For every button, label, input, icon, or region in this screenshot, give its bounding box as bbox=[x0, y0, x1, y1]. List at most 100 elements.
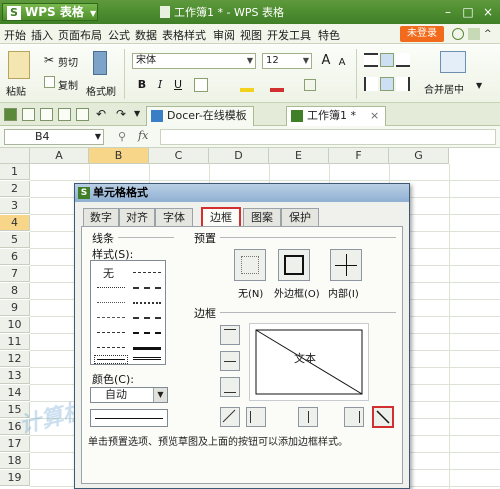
name-box[interactable]: B4 ▼ bbox=[4, 129, 104, 145]
row-header-6[interactable]: 6 bbox=[0, 249, 30, 265]
line-color-select[interactable]: 自动 ▼ bbox=[90, 387, 168, 403]
tab-alignment[interactable]: 对齐 bbox=[119, 208, 155, 226]
border-left-button[interactable] bbox=[246, 407, 266, 427]
login-button[interactable]: 未登录 bbox=[400, 26, 444, 42]
line-style-option[interactable] bbox=[133, 302, 161, 304]
formula-input[interactable] bbox=[160, 129, 496, 145]
borders-icon[interactable] bbox=[194, 78, 208, 92]
preset-outline-button[interactable] bbox=[278, 249, 310, 281]
font-shrink-button[interactable]: A bbox=[334, 55, 350, 71]
align-left-icon[interactable] bbox=[364, 77, 378, 91]
row-header-10[interactable]: 10 bbox=[0, 317, 30, 333]
border-right-button[interactable] bbox=[344, 407, 364, 427]
tab-border[interactable]: 边框 bbox=[201, 207, 241, 227]
menu-page-layout[interactable]: 页面布局 bbox=[58, 27, 102, 43]
preset-inside-button[interactable] bbox=[330, 249, 362, 281]
column-header-g[interactable]: G bbox=[389, 148, 449, 164]
border-preview[interactable]: 文本 bbox=[249, 323, 369, 401]
line-style-list[interactable]: 无 bbox=[90, 260, 166, 365]
column-header-d[interactable]: D bbox=[209, 148, 269, 164]
row-header-8[interactable]: 8 bbox=[0, 283, 30, 299]
undo-icon[interactable]: ↶ bbox=[96, 107, 106, 121]
italic-button[interactable]: I bbox=[152, 77, 168, 93]
copy-label[interactable]: 复制 bbox=[58, 77, 78, 92]
open-folder-icon[interactable] bbox=[22, 108, 35, 121]
line-style-option[interactable] bbox=[133, 347, 161, 350]
line-style-option[interactable] bbox=[133, 332, 161, 334]
paste-label[interactable]: 粘贴 bbox=[6, 83, 26, 98]
border-diagonal-up-button[interactable] bbox=[220, 407, 240, 427]
fill-color-icon[interactable] bbox=[240, 78, 254, 92]
column-header-a[interactable]: A bbox=[30, 148, 89, 164]
tab-protection[interactable]: 保护 bbox=[281, 208, 319, 226]
line-style-option[interactable] bbox=[133, 317, 161, 319]
row-header-17[interactable]: 17 bbox=[0, 436, 30, 452]
scissors-icon[interactable]: ✂ bbox=[44, 53, 54, 67]
font-size-select[interactable]: 12 ▼ bbox=[262, 53, 312, 69]
line-style-option[interactable] bbox=[133, 272, 161, 273]
column-header-e[interactable]: E bbox=[269, 148, 329, 164]
align-middle-icon[interactable] bbox=[380, 53, 394, 67]
tab-font[interactable]: 字体 bbox=[155, 208, 193, 226]
row-header-12[interactable]: 12 bbox=[0, 351, 30, 367]
menu-home[interactable]: 开始 bbox=[4, 27, 26, 43]
row-header-13[interactable]: 13 bbox=[0, 368, 30, 384]
menu-developer[interactable]: 开发工具 bbox=[267, 27, 311, 43]
tab-patterns[interactable]: 图案 bbox=[243, 208, 281, 226]
font-name-select[interactable]: 宋体 ▼ bbox=[132, 53, 256, 69]
line-style-selected[interactable] bbox=[94, 355, 128, 364]
line-style-option[interactable] bbox=[133, 357, 161, 361]
print-preview-icon[interactable] bbox=[76, 108, 89, 121]
tab-number[interactable]: 数字 bbox=[83, 208, 119, 226]
font-grow-button[interactable]: A bbox=[318, 53, 334, 69]
merge-center-label[interactable]: 合并居中 bbox=[424, 81, 464, 96]
row-header-11[interactable]: 11 bbox=[0, 334, 30, 350]
border-middle-horizontal-button[interactable] bbox=[220, 351, 240, 371]
merge-center-icon[interactable] bbox=[440, 51, 466, 73]
column-header-f[interactable]: F bbox=[329, 148, 389, 164]
format-painter-label[interactable]: 格式刷 bbox=[86, 83, 116, 98]
underline-button[interactable]: U bbox=[170, 77, 186, 93]
line-style-option[interactable] bbox=[97, 347, 125, 348]
align-bottom-icon[interactable] bbox=[396, 53, 410, 67]
line-style-option[interactable] bbox=[97, 332, 125, 333]
save-icon[interactable] bbox=[40, 108, 53, 121]
row-header-15[interactable]: 15 bbox=[0, 402, 30, 418]
tab-workbook[interactable]: 工作簿1 * × bbox=[286, 106, 387, 126]
redo-icon[interactable]: ↷ bbox=[116, 107, 126, 121]
row-header-3[interactable]: 3 bbox=[0, 198, 30, 214]
close-icon[interactable]: × bbox=[370, 109, 379, 122]
border-diagonal-down-button[interactable] bbox=[372, 406, 394, 428]
tab-docer[interactable]: Docer-在线模板 bbox=[146, 106, 254, 126]
preset-outline-label[interactable]: 外边框(O) bbox=[274, 285, 320, 300]
row-header-1[interactable]: 1 bbox=[0, 164, 30, 180]
minimize-icon[interactable]: – bbox=[438, 4, 458, 20]
font-color-icon[interactable] bbox=[270, 78, 284, 92]
new-file-icon[interactable] bbox=[4, 108, 17, 121]
menu-review[interactable]: 审阅 bbox=[213, 27, 235, 43]
align-top-icon[interactable] bbox=[364, 53, 378, 67]
line-style-option[interactable] bbox=[97, 302, 125, 303]
close-icon[interactable]: × bbox=[478, 4, 498, 20]
menu-insert[interactable]: 插入 bbox=[31, 27, 53, 43]
function-icon[interactable]: fx bbox=[138, 129, 148, 142]
chevron-down-icon[interactable]: ▼ bbox=[134, 109, 140, 118]
settings-icon[interactable] bbox=[468, 28, 480, 40]
row-header-19[interactable]: 19 bbox=[0, 470, 30, 486]
menu-table-style[interactable]: 表格样式 bbox=[162, 27, 206, 43]
line-style-option[interactable] bbox=[97, 317, 125, 318]
print-icon[interactable] bbox=[58, 108, 71, 121]
line-style-option[interactable] bbox=[97, 287, 125, 288]
cut-label[interactable]: 剪切 bbox=[58, 54, 78, 69]
column-header-b[interactable]: B bbox=[89, 148, 149, 164]
menu-formulas[interactable]: 公式 bbox=[108, 27, 130, 43]
collapse-ribbon-icon[interactable]: ^ bbox=[484, 28, 496, 40]
copy-icon[interactable] bbox=[44, 76, 55, 88]
menu-view[interactable]: 视图 bbox=[240, 27, 262, 43]
row-header-2[interactable]: 2 bbox=[0, 181, 30, 197]
zoom-icon[interactable]: ⚲ bbox=[118, 130, 126, 143]
menu-features[interactable]: 特色 bbox=[318, 27, 340, 43]
row-header-18[interactable]: 18 bbox=[0, 453, 30, 469]
menu-data[interactable]: 数据 bbox=[135, 27, 157, 43]
border-top-button[interactable] bbox=[220, 325, 240, 345]
